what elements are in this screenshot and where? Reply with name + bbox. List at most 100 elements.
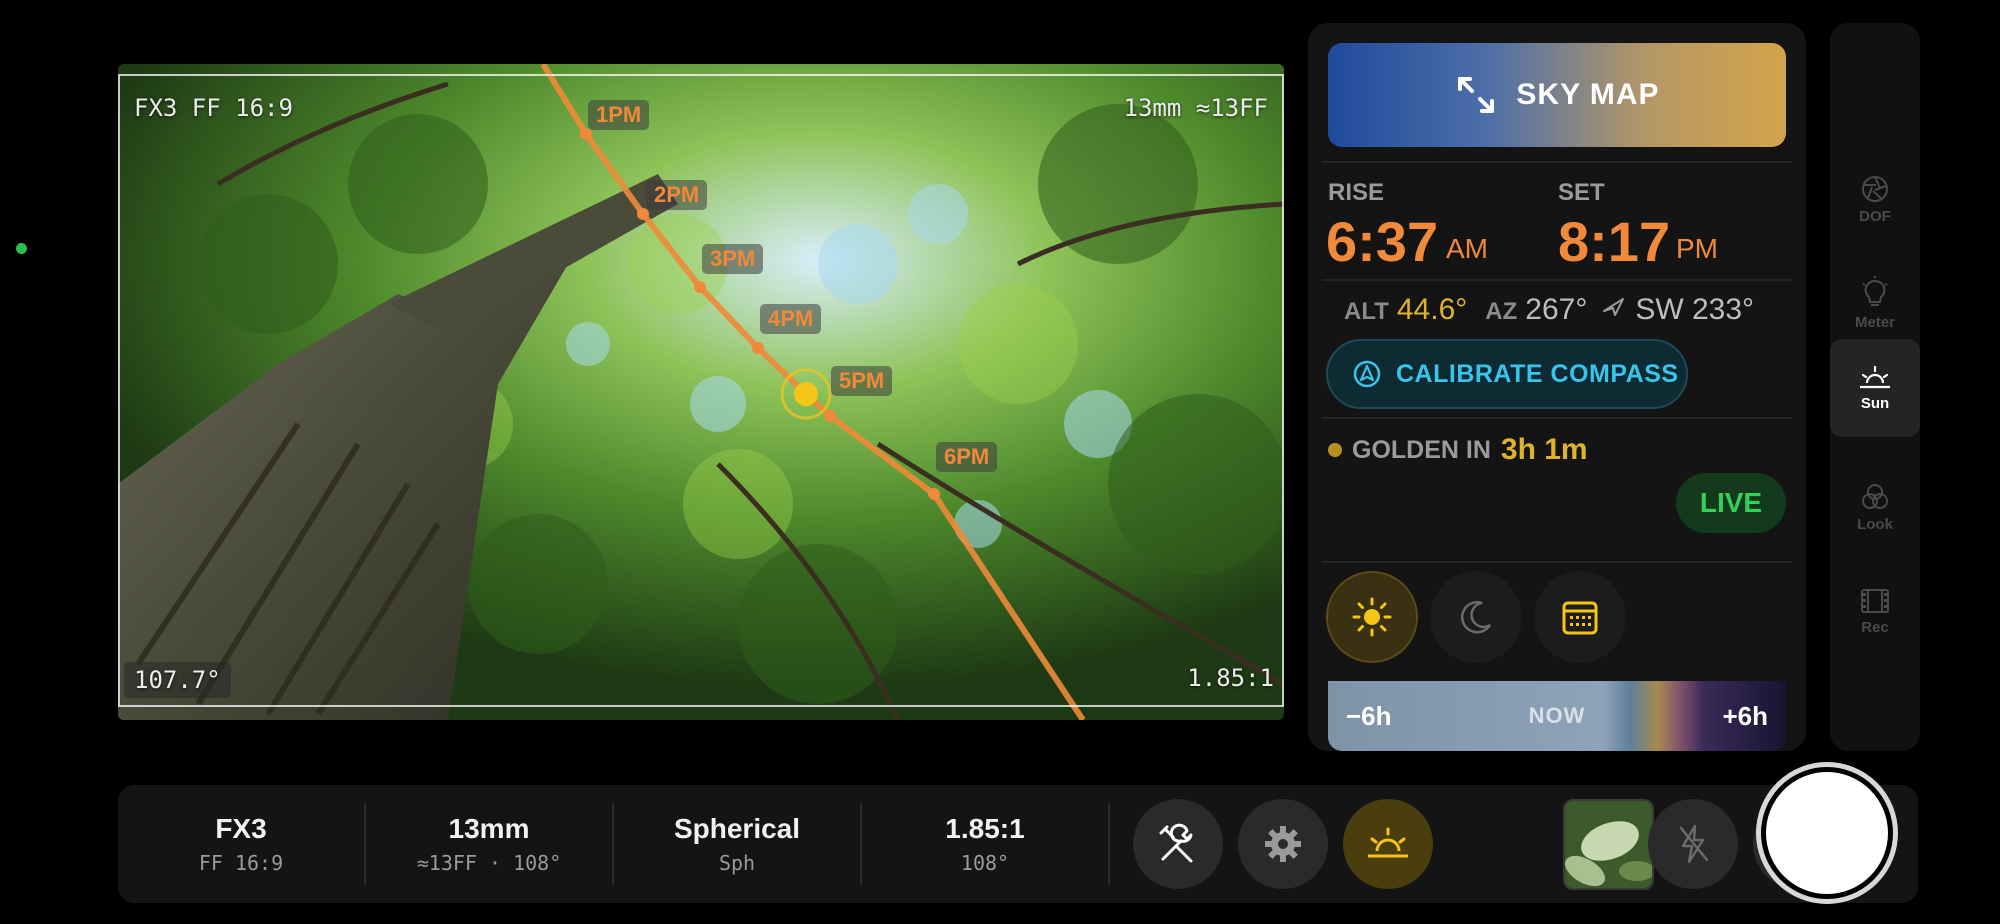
lens-type-selector[interactable]: Spherical Sph [614, 785, 860, 903]
current-sun-marker [794, 382, 818, 406]
rise-time: 6:37 [1326, 210, 1439, 273]
golden-hour-countdown: 3h 1m [1500, 433, 1588, 466]
sunrise-icon [1860, 365, 1890, 388]
sun-path-point [824, 410, 836, 422]
altitude-value: 44.6° [1396, 293, 1468, 326]
sun-path-point [694, 281, 706, 293]
fov-readout: 107.7° [124, 662, 231, 698]
camera-sensor: FF 16:9 [198, 851, 284, 875]
set-time: 8:17 [1558, 210, 1671, 273]
calendar-icon [1562, 601, 1598, 635]
rail-label-rec: Rec [1861, 618, 1889, 636]
divider [1108, 803, 1110, 885]
rail-label-sun: Sun [1860, 394, 1890, 412]
sunrise-icon [1368, 827, 1408, 858]
lens-type: Spherical [673, 813, 801, 844]
lens-selector[interactable]: 13mm ≈13FF · 108° [366, 785, 612, 903]
sun-icon [1352, 597, 1392, 637]
camera-format-label: FX3 FF 16:9 [134, 94, 293, 122]
calibrate-compass-label: CALIBRATE COMPASS [1396, 359, 1679, 388]
film-icon [1861, 588, 1889, 613]
shutter-button[interactable] [1756, 762, 1898, 904]
set-label: SET [1558, 179, 1605, 206]
bottom-control-bar: FX3 FF 16:9 13mm ≈13FF · 108° Spherical … [118, 785, 1918, 903]
timeline-now-label: NOW [1528, 703, 1586, 728]
rail-item-dof[interactable]: DOF [1830, 151, 1920, 247]
moon-icon [1460, 601, 1492, 634]
sun-path-point [752, 342, 764, 354]
aspect-ratio-selector[interactable]: 1.85:1 108° [862, 785, 1108, 903]
azimuth-value: 267° [1525, 293, 1588, 326]
divider [1322, 417, 1792, 419]
rail-label-meter: Meter [1854, 313, 1895, 331]
set-ampm: PM [1676, 233, 1718, 264]
timeline-plus-label: +6h [1722, 700, 1768, 731]
aspect-ratio: 1.85:1 [945, 813, 1025, 844]
golden-hour-dot-icon [1328, 443, 1342, 457]
sky-map-button[interactable]: SKY MAP [1328, 43, 1786, 147]
aspect-readout: 1.85:1 [1187, 664, 1274, 692]
golden-hour-row: GOLDEN IN 3h 1m [1328, 433, 1588, 467]
rail-label-look: Look [1857, 515, 1893, 533]
lens-focal-length: 13mm [448, 813, 530, 844]
sun-path-point [580, 128, 592, 140]
photo-thumbnail-image [1565, 801, 1652, 888]
moon-mode-button[interactable] [1430, 571, 1522, 663]
sun-path-label-6pm: 6PM [936, 442, 998, 472]
time-scrubber[interactable]: −6h NOW +6h [1328, 681, 1786, 751]
status-indicator-dot [16, 243, 27, 254]
heading-value: SW 233° [1635, 293, 1755, 326]
calendar-mode-button[interactable] [1534, 571, 1626, 663]
compass-arrow-icon [1353, 360, 1381, 388]
compass-heading-icon [1603, 298, 1625, 316]
sun-path-point [928, 488, 940, 500]
calibrate-compass-button[interactable]: CALIBRATE COMPASS [1326, 339, 1688, 409]
viewfinder[interactable]: 1PM 2PM 3PM 4PM 5PM 6PM FX3 FF 16:9 13mm… [118, 64, 1284, 720]
rail-label-dof: DOF [1859, 207, 1891, 225]
last-photo-thumbnail[interactable] [1563, 799, 1654, 890]
rail-item-sun[interactable]: Sun [1830, 339, 1920, 437]
tool-mode-rail: DOF Meter Sun Look Rec [1830, 23, 1920, 751]
lightbulb-icon [1862, 275, 1888, 306]
sun-position-row: ALT 44.6° AZ 267° SW 233° [1344, 293, 1754, 327]
rise-label: RISE [1328, 179, 1385, 206]
sun-path-label-4pm: 4PM [760, 304, 822, 334]
divider [1322, 279, 1792, 281]
lens-equivalent: ≈13FF · 108° [416, 851, 562, 875]
shutter-inner [1766, 772, 1888, 894]
golden-hour-label: GOLDEN IN [1352, 435, 1491, 464]
rail-item-meter[interactable]: Meter [1830, 255, 1920, 351]
gear-icon [1265, 826, 1301, 862]
sun-path-label-3pm: 3PM [702, 244, 764, 274]
rail-item-rec[interactable]: Rec [1830, 563, 1920, 659]
sun-info-panel: SKY MAP RISE 6:37 AM SET 8:17 PM ALT 44.… [1308, 23, 1806, 751]
rail-item-look[interactable]: Look [1830, 459, 1920, 555]
altitude-label: ALT [1344, 298, 1389, 325]
live-toggle-button[interactable]: LIVE [1676, 473, 1786, 533]
tools-icon [1159, 823, 1193, 863]
settings-button[interactable] [1238, 799, 1328, 889]
rise-ampm: AM [1446, 233, 1488, 264]
lens-label: 13mm ≈13FF [1123, 94, 1269, 122]
sun-path-label-2pm: 2PM [646, 180, 708, 210]
divider [1322, 561, 1792, 563]
tools-button[interactable] [1133, 799, 1223, 889]
sun-tool-button[interactable] [1343, 799, 1433, 889]
camera-selector[interactable]: FX3 FF 16:9 [118, 785, 364, 903]
flash-toggle-button[interactable] [1648, 799, 1738, 889]
sun-path-label-5pm: 5PM [831, 366, 893, 396]
camera-name: FX3 [215, 813, 267, 844]
sun-mode-button[interactable] [1326, 571, 1418, 663]
aperture-icon [1862, 175, 1888, 202]
sun-path-label-1pm: 1PM [588, 100, 650, 130]
divider [1322, 161, 1792, 163]
azimuth-label: AZ [1485, 298, 1518, 325]
expand-arrows-icon [1458, 77, 1495, 113]
look-circles-icon [1862, 483, 1888, 509]
sun-path-overlay [540, 64, 1086, 720]
timeline-minus-label: −6h [1346, 700, 1392, 731]
sky-map-label: SKY MAP [1516, 78, 1660, 111]
sun-path-point [637, 208, 649, 220]
flash-off-icon [1679, 824, 1709, 864]
lens-type-abbrev: Sph [718, 851, 756, 875]
